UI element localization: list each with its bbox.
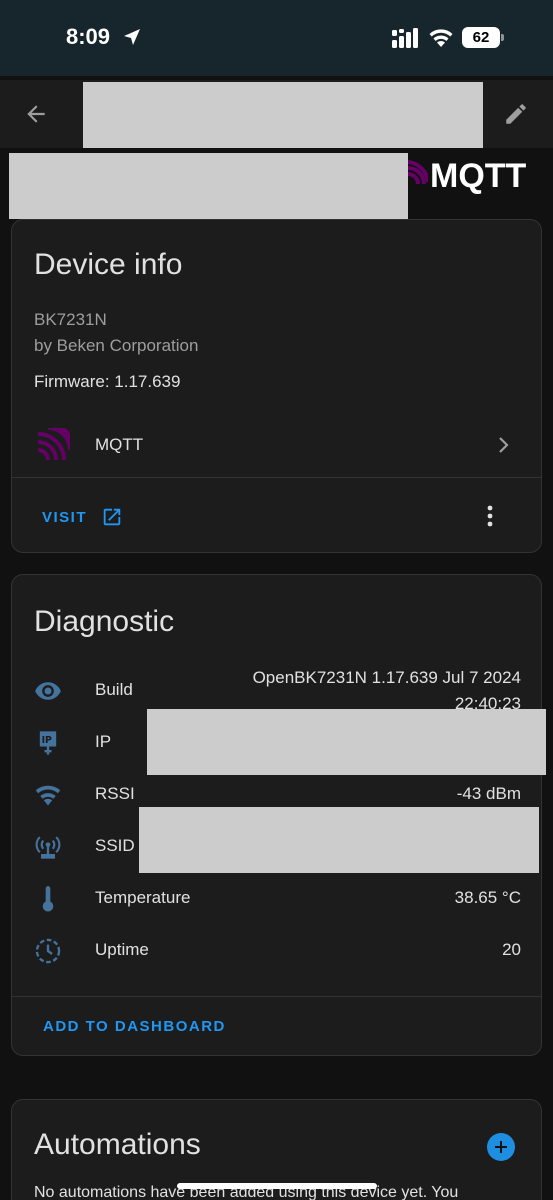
integration-mqtt-row[interactable]: MQTT bbox=[12, 420, 541, 472]
clock-outline-icon bbox=[35, 938, 61, 964]
pencil-icon bbox=[506, 104, 526, 124]
device-info-card: Device info BK7231N by Beken Corporation… bbox=[11, 219, 542, 553]
svg-text:IP: IP bbox=[42, 735, 52, 746]
back-button[interactable] bbox=[20, 98, 52, 130]
mqtt-logo-text: MQTT bbox=[430, 156, 527, 195]
mqtt-logo-icon bbox=[408, 160, 428, 185]
banner-redacted bbox=[9, 153, 408, 219]
diagnostic-row-temperature[interactable]: Temperature 38.65 °C bbox=[12, 872, 541, 924]
diagnostic-value: 20 bbox=[502, 940, 521, 959]
thermometer-icon bbox=[42, 886, 54, 912]
eye-icon bbox=[35, 682, 61, 700]
ip-value-redacted bbox=[147, 709, 546, 775]
add-automation-button[interactable] bbox=[487, 1133, 515, 1161]
automations-title: Automations bbox=[34, 1128, 201, 1161]
page-title-redacted bbox=[83, 82, 483, 148]
status-time: 8:09 bbox=[66, 24, 111, 49]
wifi-icon bbox=[429, 29, 453, 47]
wifi-icon bbox=[35, 785, 61, 806]
mqtt-logo: MQTT bbox=[408, 156, 526, 196]
home-indicator bbox=[177, 1183, 377, 1189]
app-bar bbox=[0, 80, 553, 148]
ip-network-icon: IP bbox=[39, 731, 57, 755]
diagnostic-label: Uptime bbox=[95, 940, 149, 959]
cellular-signal-icon bbox=[392, 28, 418, 48]
visit-button[interactable]: VISIT bbox=[42, 506, 123, 528]
diagnostic-label: SSID bbox=[95, 836, 135, 855]
add-to-dashboard-button[interactable]: ADD TO DASHBOARD bbox=[43, 1018, 226, 1035]
dots-vertical-icon[interactable] bbox=[478, 503, 502, 529]
diagnostic-row-uptime[interactable]: Uptime 20 bbox=[12, 924, 541, 976]
device-manufacturer: by Beken Corporation bbox=[34, 336, 199, 355]
edit-button[interactable] bbox=[500, 98, 532, 130]
diagnostic-label: Build bbox=[95, 680, 133, 699]
integration-label: MQTT bbox=[95, 435, 144, 454]
device-info-title: Device info bbox=[34, 248, 183, 281]
diagnostic-label: Temperature bbox=[95, 888, 191, 907]
diagnostic-label: RSSI bbox=[95, 784, 135, 803]
diagnostic-value: 38.65 °C bbox=[454, 888, 521, 907]
ssid-value-redacted bbox=[139, 807, 539, 873]
open-in-new-icon bbox=[103, 508, 121, 526]
back-arrow-icon bbox=[27, 105, 45, 123]
diagnostic-divider bbox=[12, 996, 541, 997]
access-point-icon bbox=[35, 836, 61, 859]
diagnostic-label: IP bbox=[95, 732, 112, 751]
plus-circle-icon bbox=[495, 1141, 507, 1153]
diagnostic-title: Diagnostic bbox=[34, 605, 175, 638]
location-arrow-icon bbox=[124, 29, 140, 45]
battery-icon: 62 bbox=[462, 27, 504, 48]
status-bar: 8:09 62 bbox=[0, 0, 553, 76]
battery-level: 62 bbox=[462, 27, 500, 48]
mqtt-icon bbox=[38, 428, 70, 460]
visit-label: VISIT bbox=[42, 508, 88, 526]
device-info-divider bbox=[12, 477, 541, 478]
battery-tip bbox=[501, 34, 504, 41]
device-model: BK7231N bbox=[34, 310, 107, 329]
diagnostic-value: -43 dBm bbox=[456, 784, 521, 803]
chevron-right-icon bbox=[499, 437, 509, 453]
device-firmware: Firmware: 1.17.639 bbox=[34, 372, 181, 391]
